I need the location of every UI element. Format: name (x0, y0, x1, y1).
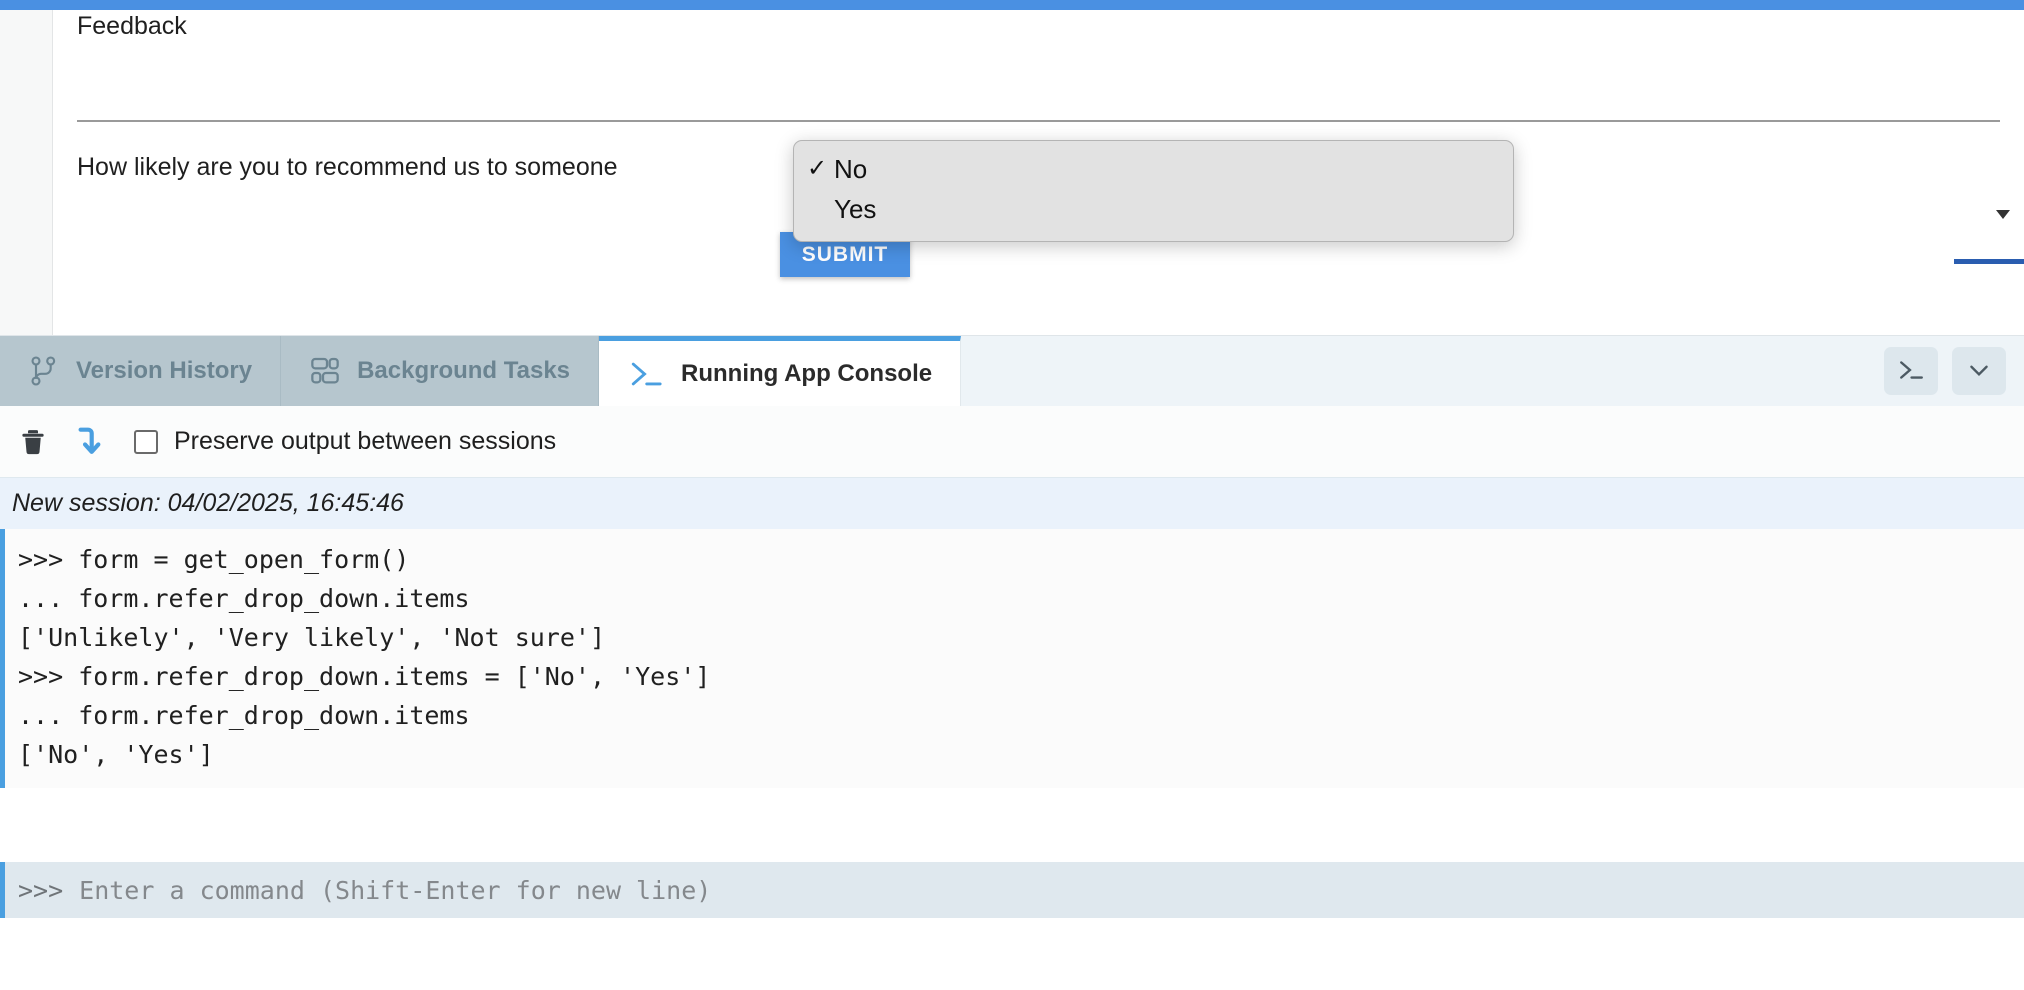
tab-background-tasks[interactable]: Background Tasks (281, 336, 599, 406)
open-terminal-button[interactable] (1884, 347, 1938, 395)
console-command-input[interactable] (79, 876, 2024, 905)
console-input-row[interactable]: >>> (0, 862, 2024, 918)
checkbox-box[interactable] (134, 430, 158, 454)
preserve-output-checkbox[interactable]: Preserve output between sessions (134, 427, 556, 456)
tab-running-app-console[interactable]: Running App Console (599, 336, 961, 406)
git-branch-icon (28, 354, 60, 388)
console-tabbar: Version History Background Tasks (0, 336, 2024, 406)
feedback-field-label: Feedback (77, 12, 187, 41)
trash-icon[interactable] (18, 426, 48, 458)
session-banner: New session: 04/02/2025, 16:45:46 (0, 478, 2024, 529)
recommend-select-underline (1954, 259, 2024, 264)
tabbar-spacer (961, 336, 1866, 406)
app-root: Feedback How likely are you to recommend… (0, 0, 2024, 990)
console-line: >>> form = get_open_form() (5, 540, 2024, 579)
console-toolbar: Preserve output between sessions (0, 406, 2024, 478)
console-line: ... form.refer_drop_down.items (5, 696, 2024, 735)
terminal-icon (1897, 357, 1925, 386)
tab-label: Running App Console (681, 360, 932, 388)
feedback-field-divider (77, 120, 2000, 122)
console-output-block: >>> form = get_open_form() ... form.refe… (0, 529, 2024, 788)
blocks-layout-icon (309, 355, 341, 387)
dropdown-option-no[interactable]: ✓ No (794, 149, 1513, 189)
terminal-prompt-icon (627, 357, 665, 391)
dropdown-option-label: No (834, 154, 867, 184)
check-icon: ✓ (807, 149, 827, 189)
top-accent-bar (0, 0, 2024, 10)
chevron-down-icon[interactable] (1996, 210, 2010, 219)
chevron-down-icon (1965, 357, 1993, 386)
tab-version-history[interactable]: Version History (0, 336, 281, 406)
preserve-output-label: Preserve output between sessions (174, 427, 556, 456)
console-line: ['No', 'Yes'] (5, 735, 2024, 774)
tab-label: Version History (76, 357, 252, 385)
recommend-dropdown-popup[interactable]: ✓ No Yes (793, 140, 1514, 242)
dropdown-option-yes[interactable]: Yes (794, 189, 1513, 229)
console-output-area[interactable]: New session: 04/02/2025, 16:45:46 >>> fo… (0, 478, 2024, 918)
arrow-down-curved-icon[interactable] (74, 426, 102, 458)
tab-label: Background Tasks (357, 357, 570, 385)
prompt-symbol: >>> (18, 876, 63, 905)
tabbar-actions (1866, 336, 2024, 406)
dropdown-option-label: Yes (834, 194, 876, 224)
recommend-field-label: How likely are you to recommend us to so… (77, 153, 618, 182)
collapse-panel-button[interactable] (1952, 347, 2006, 395)
console-line: ['Unlikely', 'Very likely', 'Not sure'] (5, 618, 2024, 657)
console-line: ... form.refer_drop_down.items (5, 579, 2024, 618)
bottom-console-panel: Version History Background Tasks (0, 335, 2024, 990)
console-line: >>> form.refer_drop_down.items = ['No', … (5, 657, 2024, 696)
